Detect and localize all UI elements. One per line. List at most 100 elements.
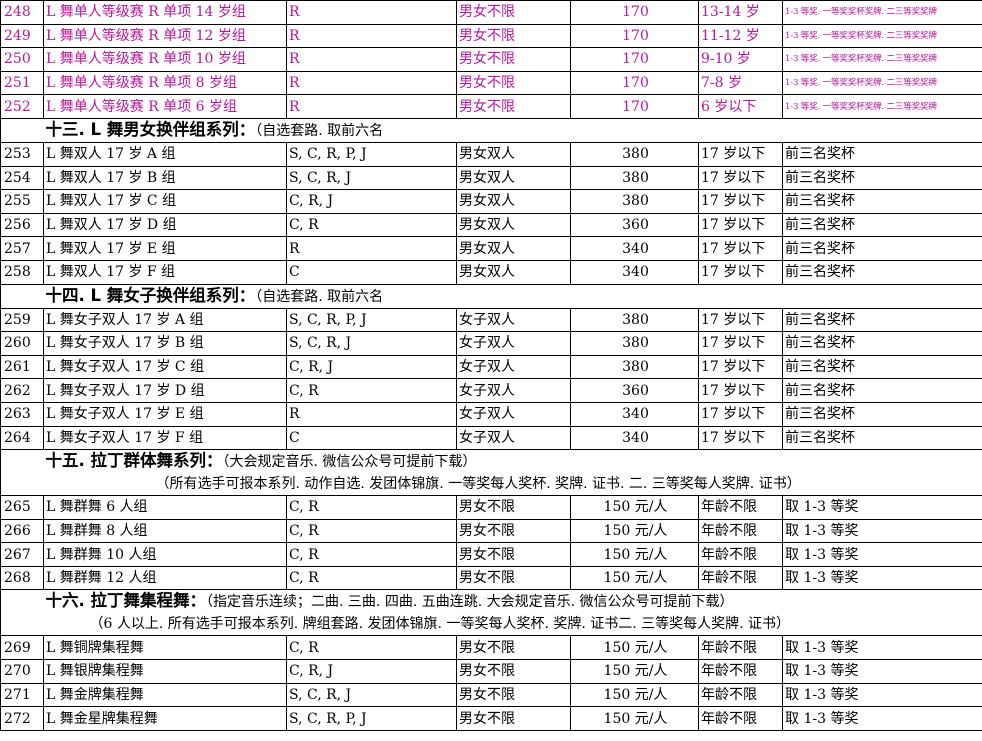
event-name: L 舞女子双人 17 岁 D 组 xyxy=(43,378,287,403)
entry-fee: 380 xyxy=(570,165,699,191)
section-header-row: 十四. L 舞女子换伴组系列：（自选套路. 取前六名 xyxy=(0,283,982,309)
prize-info: 前三名奖杯 xyxy=(782,401,982,427)
entry-fee: 340 xyxy=(570,425,699,451)
table-row: 249 L 舞单人等级赛 R 单项 12 岁组 R 男女不限 170 11-12 岁 1-3… xyxy=(0,23,982,49)
table-row: 253 L 舞双人 17 岁 A 组 S, C, R, P, J 男女双人 380 17 … xyxy=(0,141,982,167)
event-number: 250 xyxy=(0,47,44,72)
age-group: 17 岁以下 xyxy=(698,141,783,167)
section-header: 十三. L 舞男女换伴组系列：（自选套路. 取前六名 xyxy=(43,117,982,143)
event-number: 253 xyxy=(0,141,44,167)
gender-category: 男女不限 xyxy=(456,47,571,72)
table-row: 252 L 舞单人等级赛 R 单项 6 岁组 R 男女不限 170 6 岁以下 1-3 等奖… xyxy=(0,94,982,119)
table-row: 260 L 舞女子双人 17 岁 B 组 S, C, R, J 女子双人 380 17 岁… xyxy=(0,331,982,356)
age-group: 17 岁以下 xyxy=(698,307,783,333)
gender-category: 男女不限 xyxy=(456,495,571,520)
prize-info: 1-3 等奖. 一等奖奖杯奖牌. 二三等奖奖牌 xyxy=(782,94,982,119)
age-group: 17 岁以下 xyxy=(698,165,783,191)
event-number: 262 xyxy=(0,378,44,403)
gender-category: 男女不限 xyxy=(456,565,571,591)
dance-codes: R xyxy=(286,0,457,25)
entry-fee: 170 xyxy=(570,70,699,96)
age-group: 13-14 岁 xyxy=(698,0,783,25)
event-name: L 舞金牌集程舞 xyxy=(43,682,287,708)
section-header: 十五. 拉丁群体舞系列：（大会规定音乐. 微信公众号可提前下载） （所有选手可报本… xyxy=(43,449,982,497)
dance-codes: R xyxy=(286,94,457,119)
event-name: L 舞单人等级赛 R 单项 6 岁组 xyxy=(43,94,287,119)
dance-codes: C, R xyxy=(286,635,457,661)
age-group: 17 岁以下 xyxy=(698,331,783,356)
gender-category: 男女不限 xyxy=(456,706,571,731)
table-row: 259 L 舞女子双人 17 岁 A 组 S, C, R, P, J 女子双人 380 1… xyxy=(0,307,982,333)
gender-category: 男女不限 xyxy=(456,682,571,708)
table-row: 267 L 舞群舞 10 人组 C, R 男女不限 150 元/人 年龄不限取 1-3 等… xyxy=(0,542,982,567)
age-group: 17 岁以下 xyxy=(698,425,783,451)
table-row: 265 L 舞群舞 6 人组 C, R 男女不限 150 元/人 年龄不限取 1-3 等奖 xyxy=(0,495,982,520)
entry-fee: 380 xyxy=(570,189,699,214)
section-title: 十六. 拉丁舞集程舞： xyxy=(45,591,207,611)
event-name: L 舞群舞 10 人组 xyxy=(43,542,287,567)
prize-info: 取 1-3 等奖 xyxy=(782,659,982,684)
event-name: L 舞单人等级赛 R 单项 14 岁组 xyxy=(43,0,287,25)
dance-codes: S, C, R, J xyxy=(286,682,457,708)
table-row: 272 L 舞金星牌集程舞 S, C, R, P, J 男女不限 150 元/人 年龄不限… xyxy=(0,706,982,731)
prize-info: 前三名奖杯 xyxy=(782,425,982,451)
entry-fee: 150 元/人 xyxy=(570,659,699,684)
event-number: 267 xyxy=(0,542,44,567)
entry-fee: 360 xyxy=(570,378,699,403)
section-spacer xyxy=(0,283,44,309)
event-name: L 舞双人 17 岁 F 组 xyxy=(43,259,287,285)
dance-codes: R xyxy=(286,47,457,72)
age-group: 年龄不限 xyxy=(698,659,783,684)
table-row: 261 L 舞女子双人 17 岁 C 组 C, R, J 女子双人 380 17 岁以下前… xyxy=(0,354,982,380)
event-number: 270 xyxy=(0,659,44,684)
table-row: 257 L 舞双人 17 岁 E 组 R 男女双人 340 17 岁以下 前三名奖杯 xyxy=(0,236,982,261)
prize-info: 取 1-3 等奖 xyxy=(782,542,982,567)
event-name: L 舞双人 17 岁 A 组 xyxy=(43,141,287,167)
section-spacer xyxy=(0,449,44,497)
event-number: 252 xyxy=(0,94,44,119)
entry-fee: 170 xyxy=(570,23,699,49)
prize-info: 前三名奖杯 xyxy=(782,212,982,238)
event-number: 255 xyxy=(0,189,44,214)
section-header-line1: 十四. L 舞女子换伴组系列：（自选套路. 取前六名 xyxy=(46,287,982,305)
table-row: 255 L 舞双人 17 岁 C 组 C, R, J 男女双人 380 17 岁以下 前三名… xyxy=(0,189,982,214)
age-group: 17 岁以下 xyxy=(698,212,783,238)
event-number: 268 xyxy=(0,565,44,591)
section-note: （自选套路. 取前六名 xyxy=(255,122,384,139)
event-name: L 舞单人等级赛 R 单项 10 岁组 xyxy=(43,47,287,72)
gender-category: 女子双人 xyxy=(456,307,571,333)
table-row: 251 L 舞单人等级赛 R 单项 8 岁组 R 男女不限 170 7-8 岁 1-3 等奖… xyxy=(0,70,982,96)
section-note-line2: （所有选手可报本系列. 动作自选. 发团体锦旗. 一等奖每人奖杯. 奖牌. 证书… xyxy=(155,476,801,493)
table-row: 269 L 舞铜牌集程舞 C, R 男女不限 150 元/人 年龄不限取 1-3 等奖 xyxy=(0,635,982,661)
event-number: 260 xyxy=(0,331,44,356)
age-group: 年龄不限 xyxy=(698,518,783,544)
section-title: 十三. L 舞男女换伴组系列： xyxy=(45,119,256,139)
prize-info: 前三名奖杯 xyxy=(782,259,982,285)
dance-codes: R xyxy=(286,23,457,49)
gender-category: 男女双人 xyxy=(456,189,571,214)
age-group: 年龄不限 xyxy=(698,495,783,520)
prize-info: 前三名奖杯 xyxy=(782,307,982,333)
event-number: 264 xyxy=(0,425,44,451)
event-number: 256 xyxy=(0,212,44,238)
gender-category: 男女双人 xyxy=(456,236,571,261)
gender-category: 女子双人 xyxy=(456,354,571,380)
event-name: L 舞双人 17 岁 D 组 xyxy=(43,212,287,238)
entry-fee: 150 元/人 xyxy=(570,542,699,567)
dance-codes: C, R, J xyxy=(286,659,457,684)
age-group: 9-10 岁 xyxy=(698,47,783,72)
entry-fee: 380 xyxy=(570,307,699,333)
gender-category: 女子双人 xyxy=(456,401,571,427)
age-group: 17 岁以下 xyxy=(698,236,783,261)
event-name: L 舞女子双人 17 岁 B 组 xyxy=(43,331,287,356)
dance-codes: S, C, R, P, J xyxy=(286,706,457,731)
dance-codes: C, R xyxy=(286,212,457,238)
entry-fee: 150 元/人 xyxy=(570,682,699,708)
event-name: L 舞女子双人 17 岁 E 组 xyxy=(43,401,287,427)
event-name: L 舞金星牌集程舞 xyxy=(43,706,287,731)
section-title: 十五. 拉丁群体舞系列： xyxy=(45,451,223,471)
section-note: （指定音乐连续；二曲. 三曲. 四曲. 五曲连跳. 大会规定音乐. 微信公众号可… xyxy=(206,594,734,611)
gender-category: 女子双人 xyxy=(456,425,571,451)
gender-category: 男女不限 xyxy=(456,542,571,567)
event-number: 271 xyxy=(0,682,44,708)
